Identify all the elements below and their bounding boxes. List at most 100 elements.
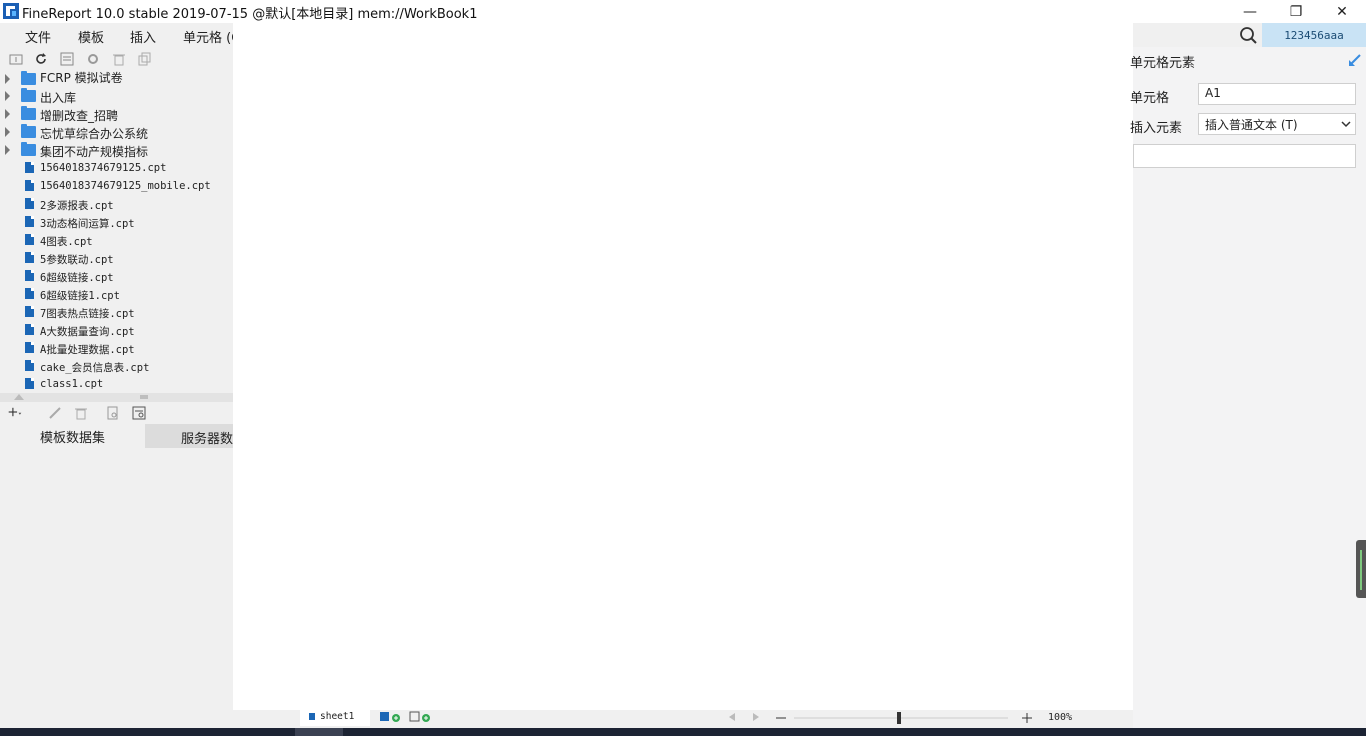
side-panel-handle[interactable] (1356, 540, 1366, 598)
cell-label: 单元格 (1130, 91, 1170, 106)
template-file-tree: FCRP 模拟试卷 出入库 增删改查_招聘 忘忧草综合办公系统 集团不动产规模指… (0, 70, 233, 393)
tree-file[interactable]: 2多源报表.cpt (0, 195, 233, 213)
chevron-down-icon (1341, 121, 1351, 128)
menu-template[interactable]: 模板 (78, 27, 104, 45)
tree-file-label: 1564018374679125_mobile.cpt (40, 180, 211, 192)
tree-file[interactable]: 1564018374679125_mobile.cpt (0, 177, 233, 195)
add-dataset-icon[interactable] (8, 405, 22, 419)
zoom-level[interactable]: 100% (1048, 712, 1072, 723)
tree-file[interactable]: 4图表.cpt (0, 231, 233, 249)
expand-arrow-icon[interactable] (5, 127, 10, 137)
connection-icon[interactable] (132, 406, 146, 420)
tree-file[interactable]: 6超级链接1.cpt (0, 285, 233, 303)
tree-file-label: 5参数联动.cpt (40, 254, 114, 266)
menu-insert[interactable]: 插入 (130, 27, 156, 45)
tree-file-label: A批量处理数据.cpt (40, 344, 135, 356)
zoom-in-icon[interactable] (1021, 712, 1033, 724)
tree-file[interactable]: A批量处理数据.cpt (0, 339, 233, 357)
window-title: FineReport 10.0 stable 2019-07-15 @默认[本地… (22, 7, 478, 22)
tab-server-dataset-label: 服务器数据集 (181, 432, 233, 447)
taskbar-active-item[interactable] (295, 728, 343, 736)
folder-icon (21, 106, 36, 120)
panel-splitter[interactable] (0, 393, 233, 402)
expand-arrow-icon[interactable] (5, 109, 10, 119)
template-toolbar (0, 48, 233, 70)
finereport-logo-icon (3, 3, 19, 19)
tree-file[interactable]: 6超级链接.cpt (0, 267, 233, 285)
cpt-file-icon (25, 360, 34, 371)
edit-icon[interactable] (48, 406, 62, 420)
cpt-file-icon (25, 342, 34, 353)
tree-file[interactable]: class1.cpt (0, 375, 233, 393)
copy-icon[interactable] (138, 52, 152, 66)
refresh-icon[interactable] (34, 52, 48, 66)
tree-file[interactable]: cake_会员信息表.cpt (0, 357, 233, 375)
collapse-up-icon[interactable] (14, 394, 24, 400)
cpt-file-icon (25, 180, 34, 191)
cpt-file-icon (25, 306, 34, 317)
tree-folder[interactable]: 集团不动产规模指标 (0, 141, 233, 159)
add-sheet-icon[interactable] (379, 711, 403, 723)
expand-arrow-icon[interactable] (5, 91, 10, 101)
tree-file-label: 7图表热点链接.cpt (40, 308, 135, 320)
tree-file[interactable]: 5参数联动.cpt (0, 249, 233, 267)
user-account[interactable]: 123456aaa (1262, 23, 1366, 47)
insert-element-label: 插入元素 (1130, 121, 1183, 136)
close-button[interactable]: ✕ (1319, 0, 1365, 23)
scroll-right-icon[interactable] (753, 713, 759, 721)
title-bar: FineReport 10.0 stable 2019-07-15 @默认[本地… (0, 0, 1366, 23)
tab-template-dataset[interactable]: 模板数据集 (0, 424, 145, 448)
tree-file-label: 2多源报表.cpt (40, 200, 114, 212)
menu-file[interactable]: 文件 (25, 27, 51, 45)
insert-element-select[interactable]: 插入普通文本 (T) (1198, 113, 1356, 135)
tree-file-label: 6超级链接.cpt (40, 272, 114, 284)
dataset-list (0, 448, 233, 728)
tree-file[interactable]: 7图表热点链接.cpt (0, 303, 233, 321)
cell-input[interactable]: A1 (1198, 83, 1356, 105)
restore-button[interactable]: ❐ (1273, 0, 1319, 23)
delete-dataset-icon[interactable] (74, 406, 88, 420)
tree-folder-label: 增删改查_招聘 (40, 109, 119, 123)
sheet-tab-label: sheet1 (320, 711, 355, 722)
sheet-icon (309, 713, 315, 720)
cpt-file-icon (25, 216, 34, 227)
tree-folder[interactable]: FCRP 模拟试卷 (0, 70, 233, 88)
tree-file[interactable]: 1564018374679125.cpt (0, 159, 233, 177)
preview-icon[interactable] (106, 406, 120, 420)
insert-element-value: 插入普通文本 (T) (1205, 118, 1298, 132)
scroll-left-icon[interactable] (729, 713, 735, 721)
add-poly-sheet-icon[interactable] (409, 711, 433, 723)
search-button[interactable] (1236, 23, 1262, 47)
expand-arrow-icon[interactable] (5, 74, 10, 84)
cell-content-input[interactable] (1133, 144, 1356, 168)
cell-properties-panel: 单元格元素 单元格 A1 插入元素 插入普通文本 (T) (1130, 47, 1366, 728)
tree-file[interactable]: A大数据量查询.cpt (0, 321, 233, 339)
tree-folder[interactable]: 出入库 (0, 87, 233, 105)
tree-file-label: cake_会员信息表.cpt (40, 362, 150, 374)
new-folder-icon[interactable] (9, 52, 23, 66)
cpt-file-icon (25, 162, 34, 173)
tree-folder[interactable]: 忘忧草综合办公系统 (0, 123, 233, 141)
tree-folder-label: 集团不动产规模指标 (40, 145, 149, 159)
menu-cell[interactable]: 单元格 (C (183, 27, 233, 45)
settings-icon[interactable] (86, 52, 100, 66)
minimize-button[interactable]: — (1227, 0, 1273, 23)
tree-folder[interactable]: 增删改查_招聘 (0, 105, 233, 123)
tree-file-label: class1.cpt (40, 378, 104, 390)
cpt-file-icon (25, 270, 34, 281)
drag-handle-icon[interactable] (140, 395, 148, 399)
tree-file-label: 4图表.cpt (40, 236, 93, 248)
tree-file-label: A大数据量查询.cpt (40, 326, 135, 338)
cpt-file-icon (25, 198, 34, 209)
cpt-file-icon (25, 378, 34, 389)
expand-arrow-icon[interactable] (5, 145, 10, 155)
delete-icon[interactable] (112, 52, 126, 66)
tab-server-dataset[interactable]: 服务器数据集 (145, 424, 233, 448)
locate-icon[interactable] (60, 52, 74, 66)
sheet-tab[interactable]: sheet1 (300, 710, 370, 726)
zoom-slider[interactable] (776, 712, 1008, 724)
expand-panel-icon[interactable] (1348, 53, 1362, 67)
folder-icon (21, 71, 36, 85)
tree-file[interactable]: 3动态格间运算.cpt (0, 213, 233, 231)
report-canvas[interactable] (233, 23, 1133, 713)
